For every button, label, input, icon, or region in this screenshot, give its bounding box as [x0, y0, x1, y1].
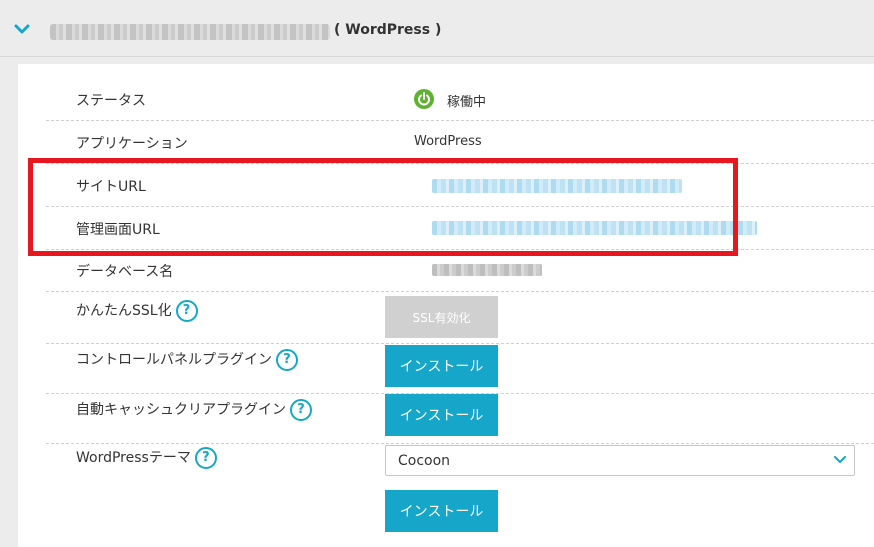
help-icon[interactable]: ? [290, 399, 312, 421]
url-highlight-box [28, 158, 738, 256]
blurred-site-url [50, 24, 330, 40]
help-icon[interactable]: ? [276, 349, 298, 371]
ssl-label: かんたんSSL化? [76, 300, 198, 322]
ssl-label-text: かんたんSSL化 [76, 303, 172, 319]
help-icon[interactable]: ? [175, 300, 198, 322]
application-label: アプリケーション [76, 136, 188, 152]
application-value: WordPress [414, 134, 482, 149]
theme-label: WordPressテーマ? [76, 447, 217, 469]
help-icon[interactable]: ? [194, 447, 217, 469]
status-label: ステータス [76, 93, 146, 109]
status-row: ステータス 稼働中 [46, 64, 874, 121]
control-panel-plugin-label: コントロールパネルプラグイン? [76, 349, 298, 371]
theme-select-value: Cocoon [398, 453, 451, 469]
status-value: 稼働中 [447, 95, 487, 110]
power-icon [414, 89, 434, 109]
cache-plugin-label: 自動キャッシュクリアプラグイン? [76, 399, 312, 421]
chevron-down-icon[interactable] [14, 24, 30, 34]
control-panel-plugin-label-text: コントロールパネルプラグイン [76, 352, 272, 368]
control-panel-plugin-install-button[interactable]: インストール [385, 345, 498, 387]
theme-select[interactable]: Cocoon [385, 445, 855, 476]
header-title: ( WordPress ) [334, 22, 442, 38]
theme-label-text: WordPressテーマ [76, 450, 191, 466]
theme-install-button[interactable]: インストール [385, 490, 498, 532]
cache-plugin-label-text: 自動キャッシュクリアプラグイン [76, 402, 286, 418]
cache-plugin-install-button[interactable]: インストール [385, 394, 498, 436]
database-label: データベース名 [76, 264, 174, 280]
site-header[interactable]: ( WordPress ) [0, 0, 874, 57]
database-value [432, 264, 542, 276]
ssl-enable-button: SSL有効化 [385, 296, 498, 338]
chevron-down-icon [834, 456, 846, 463]
